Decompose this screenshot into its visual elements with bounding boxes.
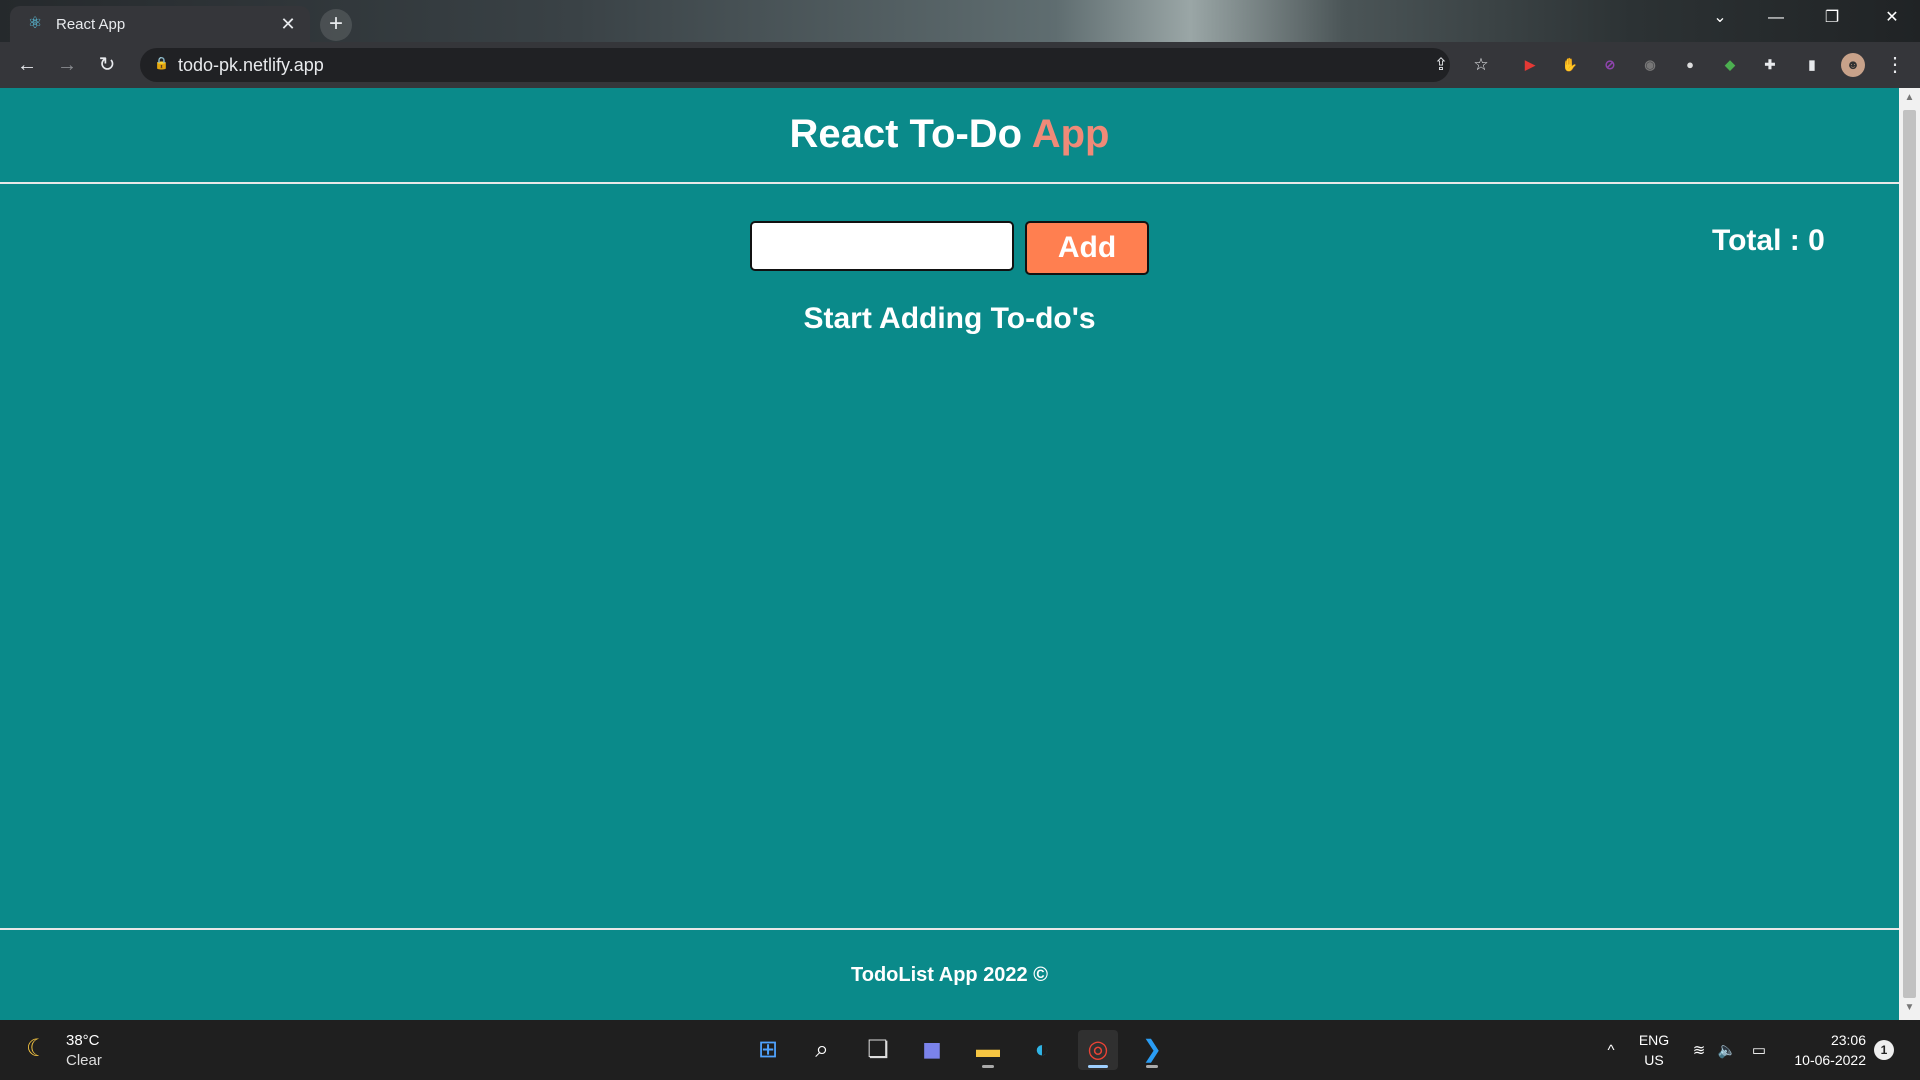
browser-toolbar: ← → ↻ 🔒 todo-pk.netlify.app ⇪ ☆ ▶ ✋ ⊘ ◉ ● ◆ ✚ ▮… [0,42,1920,88]
back-icon[interactable]: ← [12,50,42,80]
taskbar: ☾ 38°C Clear ⊞ ⌕ ❏ ◼ ▬ ◐ ◎ ❯ ^ ENG US ≋ 🔈 ▭ 23:… [0,1020,1920,1080]
wifi-icon[interactable]: ≋ [1688,1040,1710,1062]
tab-react-app[interactable]: ⚛ React App ✕ [10,6,310,42]
weather-temperature[interactable]: 38°C [66,1032,100,1049]
ext-block-icon[interactable]: ⊘ [1598,53,1622,77]
search-glyph: ⌕ [815,1036,829,1063]
page-title: React To-Do App [0,112,1899,157]
clock-date[interactable]: 10-06-2022 [1786,1052,1866,1068]
taskbar-start-icon[interactable]: ⊞ [748,1030,788,1070]
notification-badge[interactable]: 1 [1874,1040,1894,1060]
ext-camera-icon[interactable]: ◉ [1638,53,1662,77]
volume-icon[interactable]: 🔈 [1716,1040,1738,1062]
restore-button[interactable]: ❐ [1804,0,1860,36]
url-text[interactable]: todo-pk.netlify.app [178,55,324,76]
taskbar-search-icon[interactable]: ⌕ [802,1030,842,1070]
moon-icon[interactable]: ☾ [26,1034,56,1064]
react-icon: ⚛ [27,15,43,32]
taskbar-edge-icon[interactable]: ◐ [1022,1030,1062,1070]
todo-input[interactable] [750,221,1014,271]
total-count: Total : 0 [1712,224,1825,257]
running-indicator [1146,1065,1158,1068]
running-indicator [1088,1065,1108,1068]
close-window-button[interactable]: ✕ [1864,0,1920,36]
title-accent: App [1031,112,1110,156]
vscode-glyph: ❯ [1141,1036,1163,1063]
tab-close-icon[interactable]: ✕ [276,12,300,36]
title-main: React To-Do [789,112,1023,156]
ext-circle-icon[interactable]: ● [1678,53,1702,77]
file-explorer-glyph: ▬ [976,1036,1000,1063]
battery-icon[interactable]: ▭ [1748,1040,1770,1062]
clock-time[interactable]: 23:06 [1786,1032,1866,1048]
forward-icon[interactable]: → [52,50,82,80]
empty-state-message: Start Adding To-do's [803,302,1096,335]
tray-chevron-icon[interactable]: ^ [1600,1040,1622,1062]
taskbar-file-explorer-icon[interactable]: ▬ [968,1030,1008,1070]
start-glyph: ⊞ [757,1036,779,1063]
browser-titlebar: ⚛ React App ✕ + ⌄ — ❐ ✕ [0,0,1920,42]
share-icon[interactable]: ⇪ [1428,52,1454,78]
address-bar[interactable]: 🔒 todo-pk.netlify.app ⇪ ☆ [140,48,1489,82]
tab-title: React App [56,15,126,33]
running-indicator [982,1065,994,1068]
chrome-glyph: ◎ [1087,1036,1109,1063]
taskbar-task-view-icon[interactable]: ❏ [858,1030,898,1070]
scrollbar-thumb[interactable] [1903,110,1916,998]
new-tab-button[interactable]: + [320,9,352,41]
taskbar-teams-chat-icon[interactable]: ◼ [912,1030,952,1070]
edge-glyph: ◐ [1034,1036,1050,1063]
ext-puzzle-icon[interactable]: ✚ [1758,53,1782,77]
minimize-button[interactable]: — [1748,0,1804,36]
taskbar-vscode-icon[interactable]: ❯ [1132,1030,1172,1070]
tab-search-icon[interactable]: ⌄ [1692,0,1748,36]
language-bottom[interactable]: US [1636,1052,1672,1068]
profile-avatar[interactable]: ☻ [1841,53,1865,77]
task-view-glyph: ❏ [867,1036,889,1063]
taskbar-chrome-icon[interactable]: ◎ [1078,1030,1118,1070]
page-scrollbar[interactable]: ▲ ▼ [1899,88,1920,1020]
teams-chat-glyph: ◼ [922,1036,942,1063]
browser-menu-icon[interactable]: ⋮ [1880,50,1910,80]
weather-condition[interactable]: Clear [66,1052,102,1069]
ext-sidepanel-icon[interactable]: ▮ [1800,53,1824,77]
footer-text: TodoList App 2022 © [851,964,1048,986]
add-button[interactable]: Add [1025,221,1149,275]
ext-red-video-icon[interactable]: ▶ [1518,53,1542,77]
ext-adblock-icon[interactable]: ✋ [1558,53,1582,77]
app-header: React To-Do App [0,88,1899,184]
app-page: React To-Do App Add Total : 0 Start Addi… [0,88,1899,1020]
lock-icon[interactable]: 🔒 [154,56,169,72]
ext-color-icon[interactable]: ◆ [1718,53,1742,77]
language-top[interactable]: ENG [1636,1032,1672,1048]
bookmark-star-icon[interactable]: ☆ [1468,52,1494,78]
scroll-down-icon[interactable]: ▼ [1903,1002,1916,1014]
scroll-up-icon[interactable]: ▲ [1903,92,1916,104]
reload-icon[interactable]: ↻ [92,50,122,80]
